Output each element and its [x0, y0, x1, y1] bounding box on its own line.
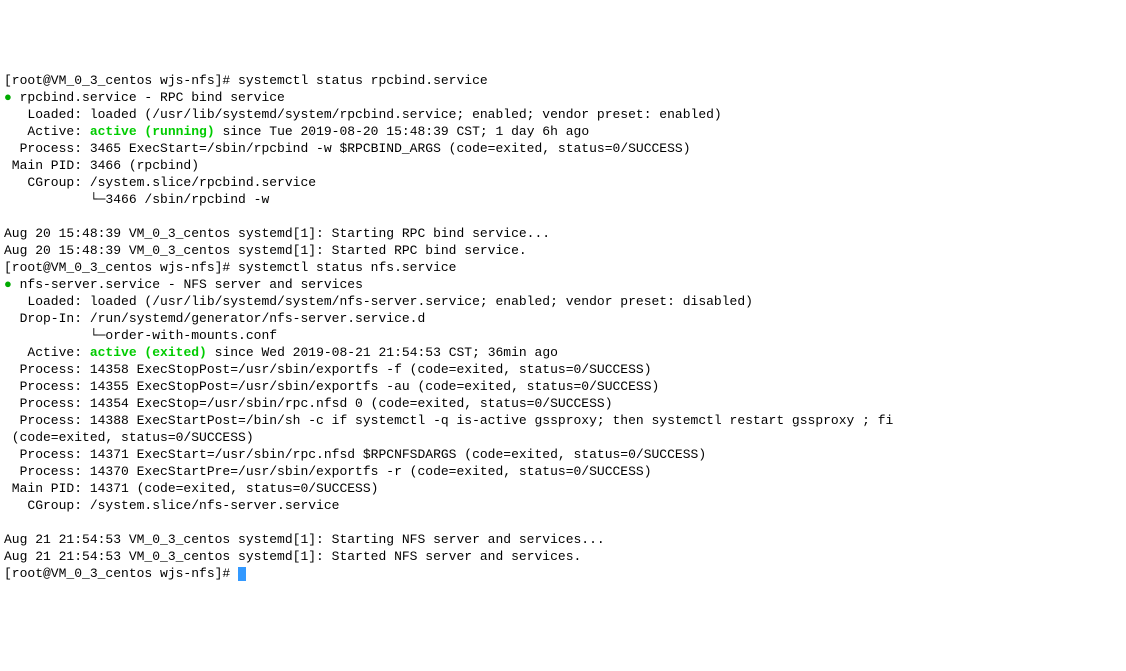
terminal-line: Aug 20 15:48:39 VM_0_3_centos systemd[1]…: [4, 225, 1122, 242]
terminal-text: Process: 14358 ExecStopPost=/usr/sbin/ex…: [4, 362, 652, 377]
terminal-text: Process: 3465 ExecStart=/sbin/rpcbind -w…: [4, 141, 691, 156]
terminal-text: [4, 209, 12, 224]
terminal-text: Drop-In: /run/systemd/generator/nfs-serv…: [4, 311, 425, 326]
terminal-text: └─3466 /sbin/rpcbind -w: [4, 192, 269, 207]
terminal-text: [root@VM_0_3_centos wjs-nfs]#: [4, 260, 238, 275]
terminal-text: (code=exited, status=0/SUCCESS): [4, 430, 254, 445]
terminal-text: ●: [4, 277, 12, 292]
terminal-line: Loaded: loaded (/usr/lib/systemd/system/…: [4, 106, 1122, 123]
terminal-text: since Tue 2019-08-20 15:48:39 CST; 1 day…: [215, 124, 589, 139]
terminal-text: Aug 21 21:54:53 VM_0_3_centos systemd[1]…: [4, 549, 581, 564]
terminal-line: [4, 208, 1122, 225]
terminal-line: Aug 20 15:48:39 VM_0_3_centos systemd[1]…: [4, 242, 1122, 259]
terminal-line: CGroup: /system.slice/rpcbind.service: [4, 174, 1122, 191]
terminal-text: since Wed 2019-08-21 21:54:53 CST; 36min…: [207, 345, 558, 360]
terminal-text: nfs-server.service - NFS server and serv…: [12, 277, 363, 292]
terminal-text: Main PID: 14371 (code=exited, status=0/S…: [4, 481, 378, 496]
terminal-text: rpcbind.service - RPC bind service: [12, 90, 285, 105]
terminal-text: active (exited): [90, 345, 207, 360]
terminal-text: active (running): [90, 124, 215, 139]
terminal-text: [4, 515, 12, 530]
terminal-line: └─3466 /sbin/rpcbind -w: [4, 191, 1122, 208]
terminal-text: Aug 20 15:48:39 VM_0_3_centos systemd[1]…: [4, 226, 550, 241]
terminal-line: Process: 14354 ExecStop=/usr/sbin/rpc.nf…: [4, 395, 1122, 412]
terminal-text: Process: 14355 ExecStopPost=/usr/sbin/ex…: [4, 379, 659, 394]
terminal-text: Loaded: loaded (/usr/lib/systemd/system/…: [4, 107, 722, 122]
terminal-line: Active: active (running) since Tue 2019-…: [4, 123, 1122, 140]
terminal-line: Drop-In: /run/systemd/generator/nfs-serv…: [4, 310, 1122, 327]
terminal-line: (code=exited, status=0/SUCCESS): [4, 429, 1122, 446]
terminal-line: Active: active (exited) since Wed 2019-0…: [4, 344, 1122, 361]
terminal-line: Process: 14358 ExecStopPost=/usr/sbin/ex…: [4, 361, 1122, 378]
terminal-text: CGroup: /system.slice/rpcbind.service: [4, 175, 316, 190]
terminal-line: Aug 21 21:54:53 VM_0_3_centos systemd[1]…: [4, 531, 1122, 548]
terminal-text: systemctl status rpcbind.service: [238, 73, 488, 88]
terminal-text: Aug 21 21:54:53 VM_0_3_centos systemd[1]…: [4, 532, 605, 547]
terminal-text: systemctl status nfs.service: [238, 260, 456, 275]
terminal-text: [root@VM_0_3_centos wjs-nfs]#: [4, 73, 238, 88]
terminal-line: Process: 14355 ExecStopPost=/usr/sbin/ex…: [4, 378, 1122, 395]
terminal-line: [4, 514, 1122, 531]
terminal-text: [root@VM_0_3_centos wjs-nfs]#: [4, 566, 238, 581]
terminal-line: Main PID: 14371 (code=exited, status=0/S…: [4, 480, 1122, 497]
terminal-line: Process: 14388 ExecStartPost=/bin/sh -c …: [4, 412, 1122, 429]
terminal-text: Active:: [4, 124, 90, 139]
terminal-text: Aug 20 15:48:39 VM_0_3_centos systemd[1]…: [4, 243, 527, 258]
terminal-line: ● nfs-server.service - NFS server and se…: [4, 276, 1122, 293]
terminal-line: Main PID: 3466 (rpcbind): [4, 157, 1122, 174]
cursor-icon: [238, 567, 246, 581]
terminal-line: [root@VM_0_3_centos wjs-nfs]# systemctl …: [4, 259, 1122, 276]
terminal-line: [root@VM_0_3_centos wjs-nfs]# systemctl …: [4, 72, 1122, 89]
terminal-text: CGroup: /system.slice/nfs-server.service: [4, 498, 339, 513]
terminal-text: Active:: [4, 345, 90, 360]
terminal-text: Process: 14354 ExecStop=/usr/sbin/rpc.nf…: [4, 396, 613, 411]
terminal-text: Process: 14388 ExecStartPost=/bin/sh -c …: [4, 413, 893, 428]
terminal-text: Process: 14370 ExecStartPre=/usr/sbin/ex…: [4, 464, 652, 479]
terminal-line: Process: 3465 ExecStart=/sbin/rpcbind -w…: [4, 140, 1122, 157]
terminal-text: Loaded: loaded (/usr/lib/systemd/system/…: [4, 294, 753, 309]
terminal-line: └─order-with-mounts.conf: [4, 327, 1122, 344]
terminal-text: Process: 14371 ExecStart=/usr/sbin/rpc.n…: [4, 447, 706, 462]
terminal-text: └─order-with-mounts.conf: [4, 328, 277, 343]
terminal-text: ●: [4, 90, 12, 105]
terminal-line: Process: 14371 ExecStart=/usr/sbin/rpc.n…: [4, 446, 1122, 463]
terminal-line: Aug 21 21:54:53 VM_0_3_centos systemd[1]…: [4, 548, 1122, 565]
terminal-output: [root@VM_0_3_centos wjs-nfs]# systemctl …: [4, 72, 1122, 582]
terminal-line: Loaded: loaded (/usr/lib/systemd/system/…: [4, 293, 1122, 310]
terminal-line: ● rpcbind.service - RPC bind service: [4, 89, 1122, 106]
terminal-line: Process: 14370 ExecStartPre=/usr/sbin/ex…: [4, 463, 1122, 480]
terminal-text: Main PID: 3466 (rpcbind): [4, 158, 199, 173]
terminal-line: [root@VM_0_3_centos wjs-nfs]#: [4, 565, 1122, 582]
